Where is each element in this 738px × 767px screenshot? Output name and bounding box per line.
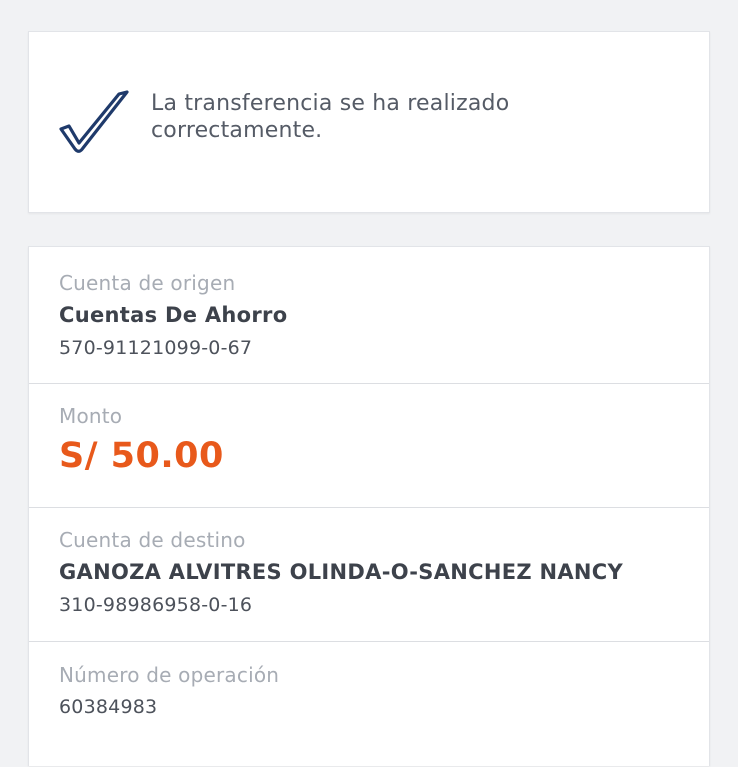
origin-account-row: Cuenta de origen Cuentas De Ahorro 570-9… [29, 247, 709, 384]
operation-number-label: Número de operación [59, 663, 280, 687]
amount-label: Monto [59, 404, 123, 428]
destination-account-label: Cuenta de destino [59, 528, 246, 552]
operation-number-row: Número de operación 60384983 [29, 642, 709, 767]
transfer-details-card: Cuenta de origen Cuentas De Ahorro 570-9… [28, 246, 710, 766]
amount-row: Monto S/ 50.00 [29, 384, 709, 508]
checkmark-icon [59, 90, 129, 153]
destination-holder-name: GANOZA ALVITRES OLINDA-O-SANCHEZ NANCY [59, 560, 624, 584]
success-card: La transferencia se ha realizado correct… [28, 31, 710, 213]
success-message: La transferencia se ha realizado correct… [151, 91, 510, 143]
destination-account-row: Cuenta de destino GANOZA ALVITRES OLINDA… [29, 508, 709, 642]
origin-account-type: Cuentas De Ahorro [59, 303, 288, 327]
destination-account-number: 310-98986958-0-16 [59, 594, 253, 616]
amount-value: S/ 50.00 [59, 436, 224, 476]
origin-account-label: Cuenta de origen [59, 271, 236, 295]
origin-account-number: 570-91121099-0-67 [59, 337, 253, 359]
operation-number-value: 60384983 [59, 696, 158, 718]
